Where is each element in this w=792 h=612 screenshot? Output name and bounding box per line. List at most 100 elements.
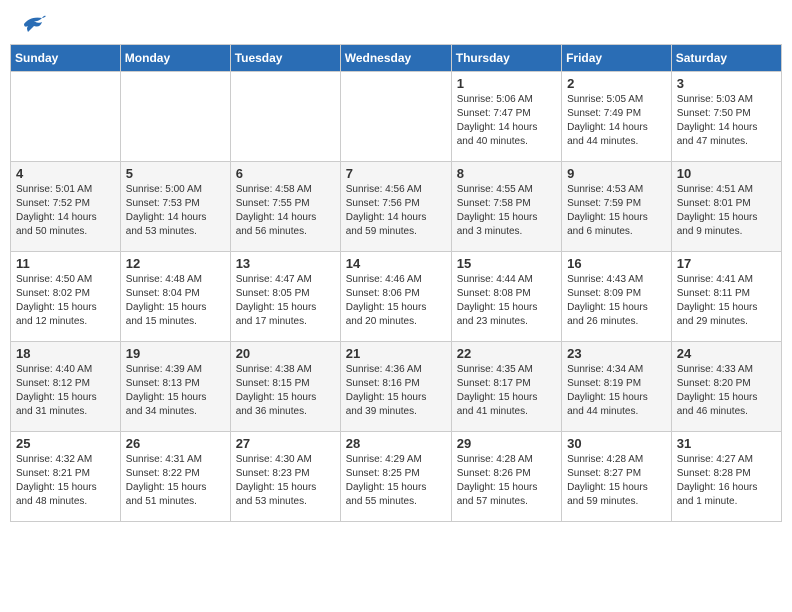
day-info: Sunrise: 4:29 AM Sunset: 8:25 PM Dayligh… — [346, 453, 446, 509]
day-info: Sunrise: 5:05 AM Sunset: 7:49 PM Dayligh… — [567, 93, 666, 149]
day-info: Sunrise: 4:56 AM Sunset: 7:56 PM Dayligh… — [346, 183, 446, 239]
calendar-cell: 8 Sunrise: 4:55 AM Sunset: 7:58 PM Daylig… — [451, 162, 561, 252]
day-info: Sunrise: 5:03 AM Sunset: 7:50 PM Dayligh… — [677, 93, 776, 149]
day-info: Sunrise: 5:00 AM Sunset: 7:53 PM Dayligh… — [126, 183, 225, 239]
calendar-cell — [230, 72, 340, 162]
weekday-header-friday: Friday — [562, 45, 672, 72]
day-info: Sunrise: 4:41 AM Sunset: 8:11 PM Dayligh… — [677, 273, 776, 329]
calendar-cell: 13 Sunrise: 4:47 AM Sunset: 8:05 PM Dayli… — [230, 252, 340, 342]
calendar-cell: 15 Sunrise: 4:44 AM Sunset: 8:08 PM Dayli… — [451, 252, 561, 342]
day-number: 19 — [126, 346, 225, 361]
calendar-cell — [120, 72, 230, 162]
day-info: Sunrise: 4:40 AM Sunset: 8:12 PM Dayligh… — [16, 363, 115, 419]
day-number: 29 — [457, 436, 556, 451]
calendar-cell — [340, 72, 451, 162]
calendar-cell: 30 Sunrise: 4:28 AM Sunset: 8:27 PM Dayli… — [562, 432, 672, 522]
day-info: Sunrise: 4:32 AM Sunset: 8:21 PM Dayligh… — [16, 453, 115, 509]
day-info: Sunrise: 4:46 AM Sunset: 8:06 PM Dayligh… — [346, 273, 446, 329]
day-number: 12 — [126, 256, 225, 271]
calendar-cell: 19 Sunrise: 4:39 AM Sunset: 8:13 PM Dayli… — [120, 342, 230, 432]
day-number: 2 — [567, 76, 666, 91]
calendar-cell: 14Sunrise: 4:46 AM Sunset: 8:06 PM Dayli… — [340, 252, 451, 342]
day-number: 4 — [16, 166, 115, 181]
day-number: 6 — [236, 166, 335, 181]
calendar-cell: 22 Sunrise: 4:35 AM Sunset: 8:17 PM Dayli… — [451, 342, 561, 432]
weekday-header-monday: Monday — [120, 45, 230, 72]
logo-bird-icon — [20, 14, 46, 36]
day-info: Sunrise: 4:39 AM Sunset: 8:13 PM Dayligh… — [126, 363, 225, 419]
day-info: Sunrise: 4:33 AM Sunset: 8:20 PM Dayligh… — [677, 363, 776, 419]
day-number: 23 — [567, 346, 666, 361]
day-number: 24 — [677, 346, 776, 361]
calendar-cell: 1 Sunrise: 5:06 AM Sunset: 7:47 PM Daylig… — [451, 72, 561, 162]
calendar-cell: 10 Sunrise: 4:51 AM Sunset: 8:01 PM Dayli… — [671, 162, 781, 252]
day-info: Sunrise: 4:35 AM Sunset: 8:17 PM Dayligh… — [457, 363, 556, 419]
day-info: Sunrise: 4:53 AM Sunset: 7:59 PM Dayligh… — [567, 183, 666, 239]
day-info: Sunrise: 4:27 AM Sunset: 8:28 PM Dayligh… — [677, 453, 776, 509]
calendar-table: SundayMondayTuesdayWednesdayThursdayFrid… — [10, 44, 782, 522]
day-number: 11 — [16, 256, 115, 271]
day-number: 15 — [457, 256, 556, 271]
day-info: Sunrise: 4:51 AM Sunset: 8:01 PM Dayligh… — [677, 183, 776, 239]
weekday-header-saturday: Saturday — [671, 45, 781, 72]
day-number: 18 — [16, 346, 115, 361]
day-number: 13 — [236, 256, 335, 271]
day-info: Sunrise: 4:31 AM Sunset: 8:22 PM Dayligh… — [126, 453, 225, 509]
day-info: Sunrise: 4:34 AM Sunset: 8:19 PM Dayligh… — [567, 363, 666, 419]
page-header — [10, 10, 782, 36]
day-info: Sunrise: 4:50 AM Sunset: 8:02 PM Dayligh… — [16, 273, 115, 329]
day-number: 30 — [567, 436, 666, 451]
day-number: 10 — [677, 166, 776, 181]
calendar-cell: 6Sunrise: 4:58 AM Sunset: 7:55 PM Daylig… — [230, 162, 340, 252]
day-number: 3 — [677, 76, 776, 91]
calendar-cell: 21 Sunrise: 4:36 AM Sunset: 8:16 PM Dayli… — [340, 342, 451, 432]
calendar-cell: 16Sunrise: 4:43 AM Sunset: 8:09 PM Dayli… — [562, 252, 672, 342]
calendar-cell: 25Sunrise: 4:32 AM Sunset: 8:21 PM Dayli… — [11, 432, 121, 522]
calendar-cell: 26 Sunrise: 4:31 AM Sunset: 8:22 PM Dayli… — [120, 432, 230, 522]
calendar-week-row: 1 Sunrise: 5:06 AM Sunset: 7:47 PM Daylig… — [11, 72, 782, 162]
calendar-cell: 23 Sunrise: 4:34 AM Sunset: 8:19 PM Dayli… — [562, 342, 672, 432]
calendar-cell: 11 Sunrise: 4:50 AM Sunset: 8:02 PM Dayli… — [11, 252, 121, 342]
calendar-cell: 12 Sunrise: 4:48 AM Sunset: 8:04 PM Dayli… — [120, 252, 230, 342]
day-info: Sunrise: 4:48 AM Sunset: 8:04 PM Dayligh… — [126, 273, 225, 329]
calendar-cell: 17 Sunrise: 4:41 AM Sunset: 8:11 PM Dayli… — [671, 252, 781, 342]
day-number: 21 — [346, 346, 446, 361]
day-info: Sunrise: 4:28 AM Sunset: 8:27 PM Dayligh… — [567, 453, 666, 509]
calendar-cell: 18 Sunrise: 4:40 AM Sunset: 8:12 PM Dayli… — [11, 342, 121, 432]
day-number: 1 — [457, 76, 556, 91]
day-number: 17 — [677, 256, 776, 271]
day-info: Sunrise: 5:06 AM Sunset: 7:47 PM Dayligh… — [457, 93, 556, 149]
day-info: Sunrise: 4:47 AM Sunset: 8:05 PM Dayligh… — [236, 273, 335, 329]
day-info: Sunrise: 4:44 AM Sunset: 8:08 PM Dayligh… — [457, 273, 556, 329]
day-number: 8 — [457, 166, 556, 181]
calendar-week-row: 11 Sunrise: 4:50 AM Sunset: 8:02 PM Dayli… — [11, 252, 782, 342]
day-number: 26 — [126, 436, 225, 451]
day-info: Sunrise: 4:55 AM Sunset: 7:58 PM Dayligh… — [457, 183, 556, 239]
calendar-cell: 3 Sunrise: 5:03 AM Sunset: 7:50 PM Daylig… — [671, 72, 781, 162]
day-number: 5 — [126, 166, 225, 181]
day-info: Sunrise: 5:01 AM Sunset: 7:52 PM Dayligh… — [16, 183, 115, 239]
calendar-cell: 5 Sunrise: 5:00 AM Sunset: 7:53 PM Daylig… — [120, 162, 230, 252]
day-info: Sunrise: 4:38 AM Sunset: 8:15 PM Dayligh… — [236, 363, 335, 419]
day-number: 22 — [457, 346, 556, 361]
day-info: Sunrise: 4:36 AM Sunset: 8:16 PM Dayligh… — [346, 363, 446, 419]
weekday-header-row: SundayMondayTuesdayWednesdayThursdayFrid… — [11, 45, 782, 72]
weekday-header-wednesday: Wednesday — [340, 45, 451, 72]
calendar-week-row: 18 Sunrise: 4:40 AM Sunset: 8:12 PM Dayli… — [11, 342, 782, 432]
day-number: 7 — [346, 166, 446, 181]
day-number: 28 — [346, 436, 446, 451]
day-number: 9 — [567, 166, 666, 181]
weekday-header-tuesday: Tuesday — [230, 45, 340, 72]
calendar-cell: 20 Sunrise: 4:38 AM Sunset: 8:15 PM Dayli… — [230, 342, 340, 432]
weekday-header-thursday: Thursday — [451, 45, 561, 72]
day-number: 16 — [567, 256, 666, 271]
calendar-cell: 27Sunrise: 4:30 AM Sunset: 8:23 PM Dayli… — [230, 432, 340, 522]
calendar-week-row: 25Sunrise: 4:32 AM Sunset: 8:21 PM Dayli… — [11, 432, 782, 522]
logo — [18, 14, 46, 32]
day-number: 20 — [236, 346, 335, 361]
calendar-cell — [11, 72, 121, 162]
day-info: Sunrise: 4:28 AM Sunset: 8:26 PM Dayligh… — [457, 453, 556, 509]
day-number: 27 — [236, 436, 335, 451]
calendar-cell: 9 Sunrise: 4:53 AM Sunset: 7:59 PM Daylig… — [562, 162, 672, 252]
calendar-cell: 7 Sunrise: 4:56 AM Sunset: 7:56 PM Daylig… — [340, 162, 451, 252]
